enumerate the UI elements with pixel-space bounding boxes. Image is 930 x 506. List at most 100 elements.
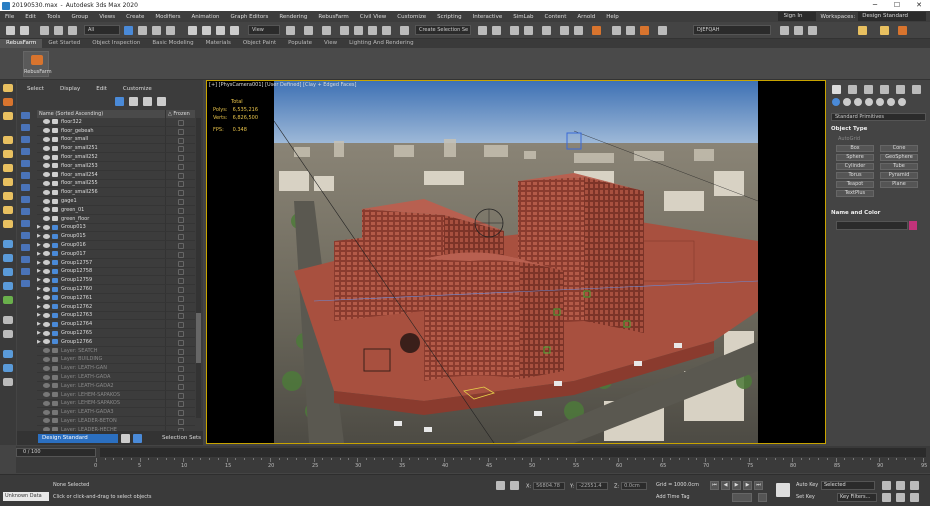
frozen-toggle[interactable] xyxy=(165,417,195,425)
time-configuration-icon[interactable] xyxy=(758,493,767,502)
frozen-toggle[interactable] xyxy=(165,179,195,188)
schematic-view-icon[interactable] xyxy=(574,26,583,35)
align-icon[interactable] xyxy=(492,26,501,35)
frozen-toggle[interactable] xyxy=(165,337,195,346)
explorer-row[interactable]: floor_small255 xyxy=(37,179,195,189)
viewport-label[interactable]: [+] [PhysCamera001] [User Defined] [Clay… xyxy=(209,82,357,88)
camera-dropdown[interactable]: DJEFQAH xyxy=(693,25,771,35)
visibility-eye-icon[interactable] xyxy=(43,409,50,415)
shapes-icon[interactable] xyxy=(843,98,851,106)
menu-item[interactable]: Animation xyxy=(187,14,226,20)
explorer-menu-display[interactable]: Display xyxy=(50,84,86,94)
filter-spacewarps-icon[interactable] xyxy=(21,172,30,179)
visibility-eye-icon[interactable] xyxy=(43,365,50,371)
explorer-row[interactable]: green_floor xyxy=(37,214,195,224)
geosphere-button[interactable]: GeoSphere xyxy=(880,154,918,161)
visibility-eye-icon[interactable] xyxy=(43,356,50,362)
frozen-toggle[interactable] xyxy=(165,118,195,126)
box-button[interactable]: Box xyxy=(836,145,874,152)
zoom-extents-icon[interactable] xyxy=(910,481,919,490)
explorer-row[interactable]: ▶ Group12761 xyxy=(37,293,195,303)
keyboard-shortcut-icon[interactable] xyxy=(322,26,331,35)
array-icon[interactable] xyxy=(3,316,13,324)
visibility-eye-icon[interactable] xyxy=(43,128,50,134)
tab-materials[interactable]: Materials xyxy=(200,39,237,48)
curve-editor-icon[interactable] xyxy=(560,26,569,35)
frozen-toggle[interactable] xyxy=(165,293,195,302)
frozen-toggle[interactable] xyxy=(165,241,195,250)
layer-icon[interactable] xyxy=(143,97,152,106)
bend-icon[interactable] xyxy=(3,240,13,248)
display-settings-icon[interactable] xyxy=(3,378,13,386)
menu-item[interactable]: Content xyxy=(540,14,573,20)
visibility-eye-icon[interactable] xyxy=(43,321,50,327)
add-time-tag[interactable]: Add Time Tag xyxy=(656,494,690,500)
sort-icon[interactable] xyxy=(121,433,130,443)
isolate-selection-icon[interactable] xyxy=(496,481,505,490)
menu-item[interactable]: Graph Editors xyxy=(226,14,275,20)
filter-containers-icon[interactable] xyxy=(21,220,30,227)
visibility-eye-icon[interactable] xyxy=(43,383,50,389)
frozen-toggle[interactable] xyxy=(165,355,195,364)
select-manipulate-icon[interactable] xyxy=(304,26,313,35)
cylinder-button[interactable]: Cylinder xyxy=(836,163,874,170)
explorer-row[interactable]: floor_small251 xyxy=(37,144,195,154)
visibility-eye-icon[interactable] xyxy=(43,304,50,310)
render-setup-icon[interactable] xyxy=(612,26,621,35)
visibility-eye-icon[interactable] xyxy=(43,189,50,195)
explorer-row[interactable]: Layer: LEATH-GADA xyxy=(37,373,195,382)
visibility-eye-icon[interactable] xyxy=(43,295,50,301)
zoom-all-icon[interactable] xyxy=(896,481,905,490)
orbit-icon[interactable] xyxy=(910,493,919,502)
space-warps-icon[interactable] xyxy=(887,98,895,106)
tab-lighting-rendering[interactable]: Lighting And Rendering xyxy=(343,39,420,48)
project-folder-icon[interactable] xyxy=(858,26,867,35)
close-button[interactable]: ✕ xyxy=(908,0,930,11)
explorer-row[interactable]: floor_small253 xyxy=(37,161,195,171)
object-color-swatch[interactable] xyxy=(909,221,917,230)
selection-filter-dropdown[interactable]: All xyxy=(84,25,120,35)
undo-icon[interactable] xyxy=(6,26,15,35)
tab-object-paint[interactable]: Object Paint xyxy=(237,39,282,48)
menu-item[interactable]: Edit xyxy=(20,14,42,20)
visibility-eye-icon[interactable] xyxy=(43,339,50,345)
explorer-row[interactable]: ▶ Group12766 xyxy=(37,337,195,347)
name-color-header[interactable]: Name and Color xyxy=(831,210,926,216)
column-name[interactable]: Name (Sorted Ascending) xyxy=(37,110,165,118)
render-in-cloud-icon[interactable] xyxy=(658,26,667,35)
filter-geometry-icon[interactable] xyxy=(21,112,30,119)
visibility-eye-icon[interactable] xyxy=(43,145,50,151)
cone-icon[interactable] xyxy=(3,192,13,200)
display-tab-icon[interactable] xyxy=(896,85,905,94)
explorer-row[interactable]: floor322 xyxy=(37,118,195,127)
primitive-type-dropdown[interactable]: Standard Primitives xyxy=(831,113,926,121)
explorer-row[interactable]: ▶ Group017 xyxy=(37,249,195,259)
explorer-row[interactable]: green_01 xyxy=(37,205,195,215)
link-icon[interactable] xyxy=(40,26,49,35)
modify-tab-icon[interactable] xyxy=(848,85,857,94)
y-field[interactable]: -22551.4 xyxy=(576,482,609,490)
sign-in-button[interactable]: Sign In xyxy=(777,12,817,21)
toggle-layer-explorer-icon[interactable] xyxy=(524,26,533,35)
menu-item[interactable]: Interactive xyxy=(468,14,509,20)
frozen-toggle[interactable] xyxy=(165,135,195,144)
unlink-icon[interactable] xyxy=(54,26,63,35)
visibility-eye-icon[interactable] xyxy=(43,392,50,398)
visibility-eye-icon[interactable] xyxy=(43,418,50,424)
z-field[interactable]: 0.0cm xyxy=(621,482,648,490)
window-crossing-icon[interactable] xyxy=(166,26,175,35)
maximize-button[interactable]: ☐ xyxy=(886,0,908,11)
explorer-scrollbar[interactable] xyxy=(196,118,201,418)
frozen-toggle[interactable] xyxy=(165,399,195,408)
pan-icon[interactable] xyxy=(896,493,905,502)
visibility-eye-icon[interactable] xyxy=(43,260,50,266)
sphere-button[interactable]: Sphere xyxy=(836,154,874,161)
explorer-row[interactable]: floor_small252 xyxy=(37,153,195,162)
menu-item[interactable]: SimLab xyxy=(508,14,539,20)
material-editor-icon[interactable] xyxy=(592,26,601,35)
frozen-toggle[interactable] xyxy=(165,302,195,311)
zoom-icon[interactable] xyxy=(882,481,891,490)
spacing-tool-icon[interactable] xyxy=(3,330,13,338)
menu-item[interactable]: Rendering xyxy=(274,14,313,20)
cone-button[interactable]: Cone xyxy=(880,145,918,152)
